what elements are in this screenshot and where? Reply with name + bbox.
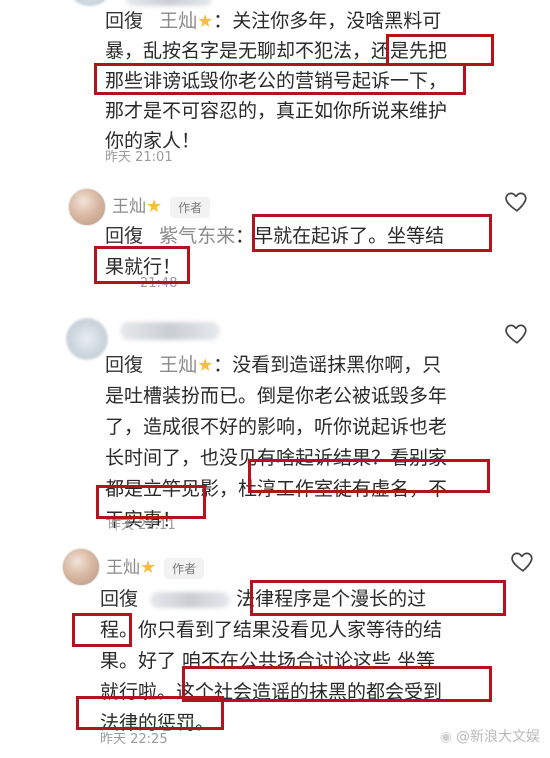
like-heart-icon[interactable] xyxy=(504,188,530,214)
timestamp: 昨天 22:25 xyxy=(100,732,168,747)
comment-text-line: 回復 王灿★：关注你多年，没啥黑料可 xyxy=(105,10,442,32)
highlight-box xyxy=(252,214,492,252)
mention-username[interactable]: 王灿 xyxy=(159,354,197,376)
username[interactable]: 王灿 xyxy=(106,558,140,578)
highlight-box xyxy=(96,485,206,519)
avatar[interactable] xyxy=(62,548,100,586)
like-heart-icon[interactable] xyxy=(504,320,530,346)
highlight-box xyxy=(182,666,492,702)
highlight-box xyxy=(94,63,466,95)
comment-text-line: 了，造成很不好的影响，听你说起诉也老 xyxy=(105,416,448,438)
avatar[interactable] xyxy=(70,0,110,6)
comment-text: 没看到造谣抹黑你啊，只 xyxy=(232,354,442,376)
reply-label: 回復 xyxy=(105,10,144,32)
highlight-box xyxy=(72,613,132,647)
reply-label: 回復 xyxy=(105,354,144,376)
like-heart-icon[interactable] xyxy=(510,548,536,574)
avatar[interactable] xyxy=(66,318,108,360)
reply-label: 回復 xyxy=(105,225,144,247)
mention-username[interactable]: 王灿 xyxy=(159,10,197,32)
comment-text-line: 程。你只看到了结果没看见人家等待的结 xyxy=(100,619,443,641)
weibo-icon: ◉ xyxy=(439,729,452,745)
username-blurred xyxy=(120,322,220,340)
highlight-box xyxy=(76,696,224,730)
author-badge: 作者 xyxy=(170,197,211,218)
timestamp: 昨天 21:01 xyxy=(105,150,173,165)
avatar[interactable] xyxy=(68,188,106,226)
highlight-box xyxy=(386,34,494,66)
star-badge-icon: ★ xyxy=(140,557,157,578)
watermark: ◉ @新浪大文娱 xyxy=(440,726,540,746)
author-badge: 作者 xyxy=(164,558,205,579)
mention-username[interactable]: 紫气东来 xyxy=(159,225,235,247)
highlight-box xyxy=(94,246,190,284)
star-badge-icon: ★ xyxy=(197,11,214,32)
reply-label: 回復 xyxy=(100,588,139,610)
comment-header: 王灿★ 作者 xyxy=(106,553,205,579)
highlight-box xyxy=(248,459,490,493)
highlight-box xyxy=(250,580,506,616)
star-badge-icon: ★ xyxy=(146,196,163,217)
comment-text-line: 回復 王灿★：没看到造谣抹黑你啊，只 xyxy=(105,354,442,376)
star-badge-icon: ★ xyxy=(197,355,214,376)
mention-username-blurred[interactable] xyxy=(150,591,231,608)
username[interactable]: 王灿 xyxy=(112,197,146,217)
comment-text-line: 是吐槽装扮而已。倒是你老公被诋毁多年 xyxy=(105,385,448,407)
comment-header: 王灿★ 作者 xyxy=(112,192,211,218)
comment-text-line: 那才是不可容忍的，真正如你所说来维护 xyxy=(105,100,448,122)
comment-text: 关注你多年，没啥黑料可 xyxy=(232,10,442,32)
watermark-text: @新浪大文娱 xyxy=(456,729,540,745)
